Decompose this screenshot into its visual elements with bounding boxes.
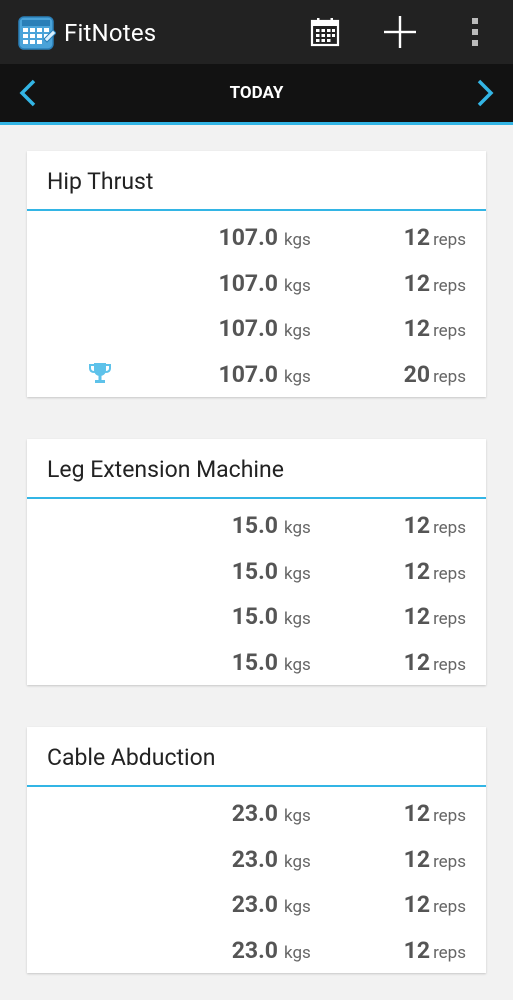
reps-unit: reps — [433, 942, 466, 963]
weight-value: 23.0 — [231, 800, 278, 827]
weight-unit: kgs — [284, 654, 311, 675]
weight-value: 15.0 — [231, 648, 278, 676]
reps-value: 12 — [403, 557, 431, 585]
reps-value: 20 — [403, 360, 431, 388]
reps-value: 12 — [403, 936, 431, 964]
weight-unit: kgs — [284, 230, 311, 250]
overflow-menu-icon — [472, 18, 478, 46]
overflow-menu-button[interactable] — [460, 0, 490, 64]
weight-unit: kgs — [284, 851, 311, 872]
set-row[interactable]: 15.0 kgs 12 reps — [27, 594, 486, 640]
weight-value: 23.0 — [231, 936, 278, 964]
set-row[interactable]: 23.0 kgs 12 reps — [27, 882, 486, 928]
reps-unit: reps — [433, 366, 466, 387]
set-row[interactable]: 23.0 kgs 12 reps — [27, 837, 486, 883]
reps-value: 12 — [403, 648, 431, 676]
set-row[interactable]: 23.0 kgs 12 reps — [27, 791, 486, 837]
exercise-title[interactable]: Leg Extension Machine — [27, 439, 486, 499]
reps-value: 12 — [403, 603, 431, 630]
set-row[interactable]: 107.0 kgs 12 reps — [27, 261, 486, 307]
set-row[interactable]: 15.0 kgs 12 reps — [27, 549, 486, 595]
trophy-icon — [89, 362, 111, 383]
weight-value: 15.0 — [231, 512, 278, 539]
weight-unit: kgs — [284, 321, 311, 341]
weight-value: 15.0 — [231, 603, 278, 630]
reps-unit: reps — [433, 518, 466, 538]
calendar-icon — [310, 18, 340, 47]
exercise-title[interactable]: Cable Abduction — [27, 727, 486, 787]
weight-unit: kgs — [284, 563, 311, 584]
weight-unit: kgs — [284, 806, 311, 826]
weight-value: 107.0 — [218, 269, 278, 297]
weight-value: 107.0 — [218, 360, 278, 388]
weight-value: 107.0 — [218, 315, 278, 342]
reps-value: 12 — [403, 512, 431, 539]
reps-unit: reps — [433, 321, 466, 341]
weight-value: 23.0 — [231, 845, 278, 873]
reps-unit: reps — [433, 563, 466, 584]
weight-unit: kgs — [284, 518, 311, 538]
weight-unit: kgs — [284, 609, 311, 629]
set-row[interactable]: 15.0 kgs 12 reps — [27, 503, 486, 549]
current-date-label: TODAY — [229, 83, 284, 103]
weight-value: 23.0 — [231, 891, 278, 918]
reps-value: 12 — [403, 891, 431, 918]
set-row[interactable]: 15.0 kgs 12 reps — [27, 640, 486, 686]
exercise-card[interactable]: Hip Thrust 107.0 kgs 12 reps 107.0 kgs 12 re… — [27, 151, 486, 397]
reps-unit: reps — [433, 851, 466, 872]
reps-value: 12 — [403, 845, 431, 873]
weight-unit: kgs — [284, 366, 311, 387]
set-row[interactable]: 23.0 kgs 12 reps — [27, 928, 486, 974]
calendar-app-icon[interactable] — [18, 14, 56, 52]
set-row[interactable]: 107.0 kgs 12 reps — [27, 215, 486, 261]
reps-unit: reps — [433, 275, 466, 296]
exercise-card[interactable]: Leg Extension Machine 15.0 kgs 12 reps 15.… — [27, 439, 486, 685]
reps-value: 12 — [403, 224, 431, 251]
weight-value: 107.0 — [218, 224, 278, 251]
exercise-title[interactable]: Hip Thrust — [27, 151, 486, 211]
set-row[interactable]: 107.0 kgs 12 reps — [27, 306, 486, 352]
app-title: FitNotes — [64, 19, 157, 47]
chevron-right-icon[interactable] — [473, 78, 497, 108]
reps-value: 12 — [403, 315, 431, 342]
plus-icon — [384, 16, 416, 48]
action-bar: FitNotes — [0, 0, 513, 64]
reps-unit: reps — [433, 806, 466, 826]
reps-unit: reps — [433, 230, 466, 250]
reps-value: 12 — [403, 269, 431, 297]
calendar-button[interactable] — [304, 0, 346, 64]
weight-value: 15.0 — [231, 557, 278, 585]
weight-unit: kgs — [284, 275, 311, 296]
weight-unit: kgs — [284, 942, 311, 963]
exercise-card[interactable]: Cable Abduction 23.0 kgs 12 reps 23.0 kgs 1… — [27, 727, 486, 973]
reps-value: 12 — [403, 800, 431, 827]
reps-unit: reps — [433, 609, 466, 629]
reps-unit: reps — [433, 654, 466, 675]
weight-unit: kgs — [284, 897, 311, 917]
add-button[interactable] — [378, 0, 422, 64]
reps-unit: reps — [433, 897, 466, 917]
date-navigation-bar: TODAY — [0, 64, 513, 125]
set-row[interactable]: 107.0 kgs 20 reps — [27, 352, 486, 398]
